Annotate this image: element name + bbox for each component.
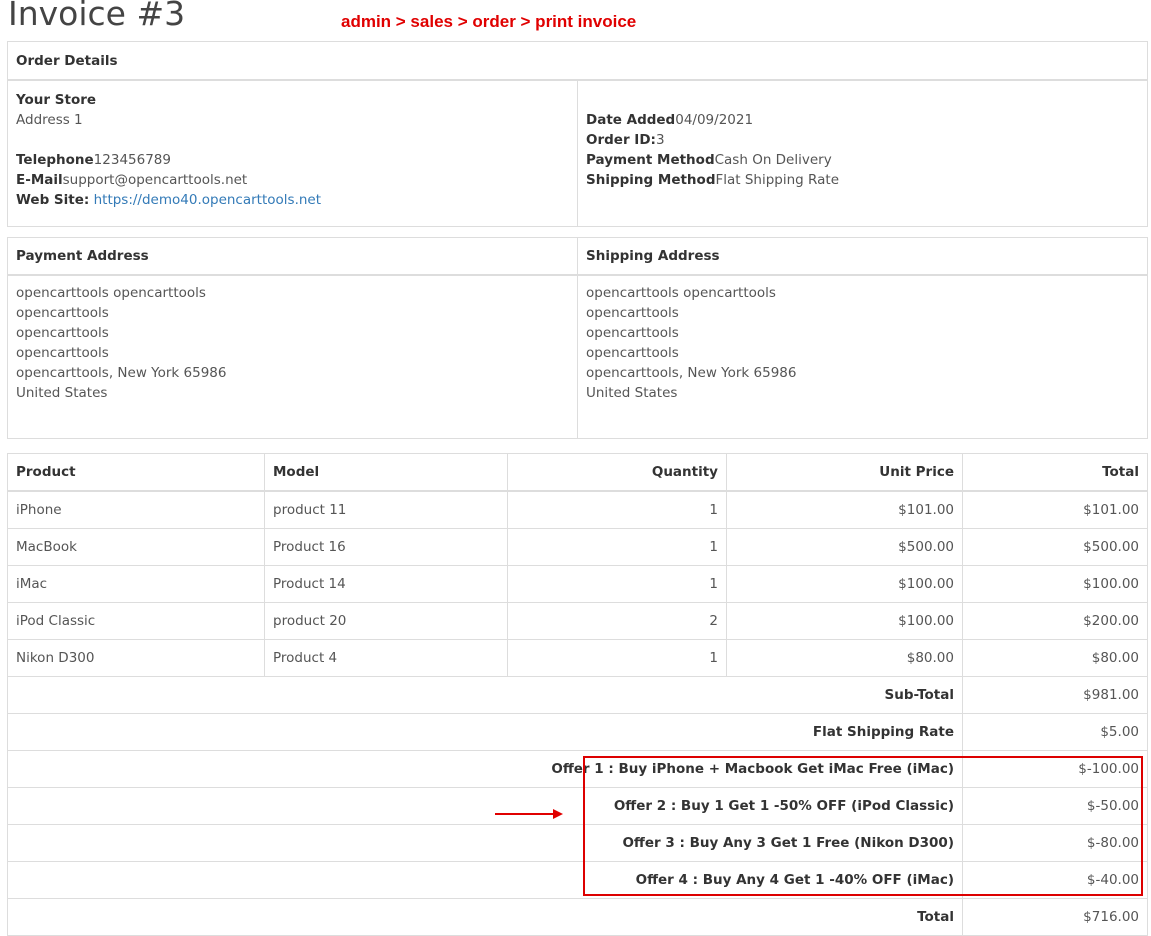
email-value: support@opencarttools.net xyxy=(62,172,248,188)
shipping-address-heading: Shipping Address xyxy=(577,237,1148,276)
offer-1-value: $-100.00 xyxy=(962,750,1148,788)
table-row: iMac Product 14 1 $100.00 $100.00 xyxy=(7,565,1148,603)
shipping-rate-value: $5.00 xyxy=(962,713,1148,751)
product-quantity: 1 xyxy=(507,639,727,677)
address-table: Payment Address Shipping Address opencar… xyxy=(7,237,1148,439)
shipping-rate-label: Flat Shipping Rate xyxy=(7,713,963,751)
subtotal-value: $981.00 xyxy=(962,676,1148,714)
offer-3-value: $-80.00 xyxy=(962,824,1148,862)
product-model: product 20 xyxy=(264,602,508,640)
offer-1-label: Offer 1 : Buy iPhone + Macbook Get iMac … xyxy=(7,750,963,788)
payment-method-value: Cash On Delivery xyxy=(714,152,832,168)
totals-row: Total $716.00 xyxy=(7,898,1148,936)
product-unit-price: $100.00 xyxy=(726,565,963,603)
product-name: Nikon D300 xyxy=(7,639,265,677)
address-line: opencarttools opencarttools xyxy=(16,285,206,301)
address-line: opencarttools xyxy=(16,305,109,321)
product-quantity: 1 xyxy=(507,490,727,529)
store-info: Your Store Address 1 Telephone123456789 … xyxy=(7,79,578,227)
product-quantity: 1 xyxy=(507,528,727,566)
product-unit-price: $500.00 xyxy=(726,528,963,566)
shipping-method-value: Flat Shipping Rate xyxy=(715,172,839,188)
col-total: Total xyxy=(962,453,1148,492)
payment-address-heading: Payment Address xyxy=(7,237,578,276)
payment-method-label: Payment Method xyxy=(586,152,715,168)
product-total: $200.00 xyxy=(962,602,1148,640)
website-label: Web Site: xyxy=(16,192,90,208)
breadcrumb-annotation: admin > sales > order > print invoice xyxy=(341,12,637,31)
product-total: $80.00 xyxy=(962,639,1148,677)
address-line: opencarttools xyxy=(586,345,679,361)
product-model: Product 16 xyxy=(264,528,508,566)
grand-total-label: Total xyxy=(7,898,963,936)
offer-2-value: $-50.00 xyxy=(962,787,1148,825)
shipping-method-label: Shipping Method xyxy=(586,172,716,188)
totals-row: Flat Shipping Rate $5.00 xyxy=(7,713,1148,751)
table-row: MacBook Product 16 1 $500.00 $500.00 xyxy=(7,528,1148,566)
address-line: opencarttools, New York 65986 xyxy=(16,365,227,381)
col-model: Model xyxy=(264,453,508,492)
email-label: E-Mail xyxy=(16,172,63,188)
products-table: Product Model Quantity Unit Price Total … xyxy=(7,453,1148,936)
product-name: iPod Classic xyxy=(7,602,265,640)
product-total: $101.00 xyxy=(962,490,1148,529)
payment-address: opencarttools opencarttools opencarttool… xyxy=(7,274,578,439)
totals-row: Offer 2 : Buy 1 Get 1 -50% OFF (iPod Cla… xyxy=(7,787,1148,825)
product-name: iMac xyxy=(7,565,265,603)
table-row: iPhone product 11 1 $101.00 $101.00 xyxy=(7,490,1148,529)
offer-3-label: Offer 3 : Buy Any 3 Get 1 Free (Nikon D3… xyxy=(7,824,963,862)
order-info: Date Added04/09/2021 Order ID:3 Payment … xyxy=(577,79,1148,227)
totals-row: Offer 1 : Buy iPhone + Macbook Get iMac … xyxy=(7,750,1148,788)
product-model: Product 4 xyxy=(264,639,508,677)
date-added-value: 04/09/2021 xyxy=(675,112,754,128)
product-total: $500.00 xyxy=(962,528,1148,566)
product-quantity: 2 xyxy=(507,602,727,640)
date-added-label: Date Added xyxy=(586,112,676,128)
product-unit-price: $101.00 xyxy=(726,490,963,529)
address-line: opencarttools xyxy=(16,345,109,361)
store-name: Your Store xyxy=(16,92,97,108)
address-line: United States xyxy=(586,385,678,401)
col-product: Product xyxy=(7,453,265,492)
product-total: $100.00 xyxy=(962,565,1148,603)
address-line: opencarttools xyxy=(16,325,109,341)
product-name: iPhone xyxy=(7,490,265,529)
telephone-label: Telephone xyxy=(16,152,94,168)
website-link[interactable]: https://demo40.opencarttools.net xyxy=(94,192,321,208)
table-row: iPod Classic product 20 2 $100.00 $200.0… xyxy=(7,602,1148,640)
store-address: Address 1 xyxy=(16,112,83,128)
order-id-label: Order ID: xyxy=(586,132,656,148)
offer-4-value: $-40.00 xyxy=(962,861,1148,899)
table-row: Nikon D300 Product 4 1 $80.00 $80.00 xyxy=(7,639,1148,677)
address-line: United States xyxy=(16,385,108,401)
order-details-heading: Order Details xyxy=(7,41,1148,81)
product-model: product 11 xyxy=(264,490,508,529)
totals-row: Offer 4 : Buy Any 4 Get 1 -40% OFF (iMac… xyxy=(7,861,1148,899)
col-unit-price: Unit Price xyxy=(726,453,963,492)
subtotal-label: Sub-Total xyxy=(7,676,963,714)
product-unit-price: $100.00 xyxy=(726,602,963,640)
telephone-value: 123456789 xyxy=(93,152,171,168)
order-details-table: Order Details Your Store Address 1 Telep… xyxy=(7,41,1148,227)
product-name: MacBook xyxy=(7,528,265,566)
address-line: opencarttools, New York 65986 xyxy=(586,365,797,381)
shipping-address: opencarttools opencarttools opencarttool… xyxy=(577,274,1148,439)
totals-row: Sub-Total $981.00 xyxy=(7,676,1148,714)
page-title: Invoice #3 xyxy=(8,0,186,33)
address-line: opencarttools xyxy=(586,305,679,321)
annotation-arrow-icon xyxy=(495,809,563,819)
order-id-value: 3 xyxy=(655,132,665,148)
offer-2-label: Offer 2 : Buy 1 Get 1 -50% OFF (iPod Cla… xyxy=(7,787,963,825)
col-quantity: Quantity xyxy=(507,453,727,492)
address-line: opencarttools opencarttools xyxy=(586,285,776,301)
product-unit-price: $80.00 xyxy=(726,639,963,677)
product-quantity: 1 xyxy=(507,565,727,603)
product-model: Product 14 xyxy=(264,565,508,603)
address-line: opencarttools xyxy=(586,325,679,341)
grand-total-value: $716.00 xyxy=(962,898,1148,936)
offer-4-label: Offer 4 : Buy Any 4 Get 1 -40% OFF (iMac… xyxy=(7,861,963,899)
totals-row: Offer 3 : Buy Any 3 Get 1 Free (Nikon D3… xyxy=(7,824,1148,862)
